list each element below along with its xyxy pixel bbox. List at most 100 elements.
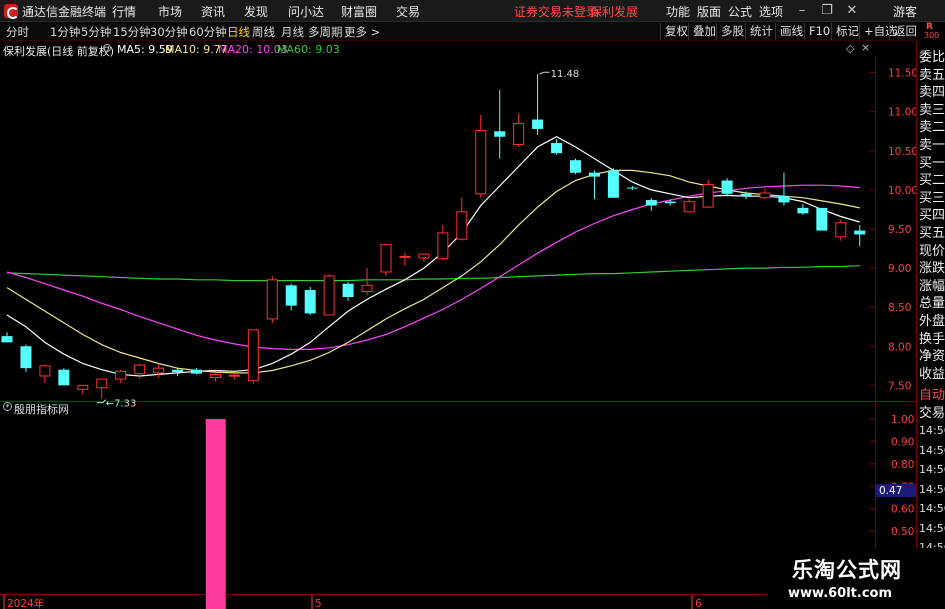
stock-name-title: 保利发展 <box>590 5 639 19</box>
menu-item-trade[interactable]: 交易 <box>396 3 420 20</box>
quote-label: 卖五 <box>918 63 945 82</box>
high-marker <box>539 71 550 75</box>
tab-multi-period[interactable]: 多周期 <box>308 24 343 40</box>
trade-login-status[interactable]: 证券交易未登录 <box>514 3 598 20</box>
candle-body-down <box>494 131 506 137</box>
panel-badge: R 300 <box>916 22 945 41</box>
tab-1min[interactable]: 1分钟 <box>50 24 80 40</box>
multi-stock-button[interactable]: 多股 <box>716 23 748 40</box>
tab-monthly[interactable]: 月线 <box>281 24 304 40</box>
price-tick-label: 8.50 <box>888 302 911 314</box>
quote-label: 涨幅 <box>918 274 945 293</box>
tab-more[interactable]: 更多 > <box>344 24 380 40</box>
candle-body-up <box>835 222 847 238</box>
candle-body-down <box>1 336 13 343</box>
watermark: 乐淘公式网 www.60lt.com <box>766 548 945 609</box>
quote-label: 买三 <box>918 186 945 205</box>
candle-body-down <box>570 160 581 173</box>
candle-body-down <box>740 193 752 197</box>
candle-body-up <box>39 365 51 377</box>
menu-item-quotes[interactable]: 市场 <box>158 3 182 20</box>
candle-body-up <box>437 232 449 260</box>
quote-label: 涨跌 <box>918 257 945 276</box>
cursor-value-label: 0.47 <box>879 485 902 497</box>
user-label[interactable]: 游客 <box>893 3 917 20</box>
diamond-icon[interactable]: ◇ <box>846 42 854 55</box>
menu-item-news[interactable]: 资讯 <box>201 3 225 20</box>
price-tick-label: 11.50 <box>888 68 916 80</box>
watermark-title: 乐淘公式网 <box>792 558 902 582</box>
price-tick-label: 9.00 <box>888 263 911 275</box>
candle-body-down <box>285 285 297 306</box>
candle-body-up <box>475 129 487 195</box>
tab-60min[interactable]: 60分钟 <box>189 24 227 40</box>
indicator-tick-label: 0.80 <box>891 459 914 471</box>
quote-label: 换手 <box>918 327 945 346</box>
candle-body-down <box>342 283 354 298</box>
ma10-line <box>6 169 860 374</box>
menu-item-wealth[interactable]: 财富圈 <box>341 3 377 20</box>
candle-body-up <box>209 373 221 379</box>
candle-body-down <box>191 369 202 374</box>
title-bar: 通达信金融终端 行情 市场 资讯 发现 问小达 财富圈 交易 证券交易未登录 保… <box>0 0 945 22</box>
candle-body-up <box>456 211 468 240</box>
quote-side-panel: 委比 卖五 卖四 卖三 卖二 卖一 买一 买二 买三 买四 买五 现价 涨跌 涨幅 总量 外盘 换手 净资 收益 自动… <box>916 41 945 609</box>
price-tick-label: 8.00 <box>888 341 911 353</box>
candle-body-up <box>361 284 373 293</box>
tab-intraday[interactable]: 分时 <box>6 24 29 40</box>
price-tick-label: 11.00 <box>888 107 916 119</box>
candle-body-up <box>266 279 278 320</box>
draw-line-button[interactable]: 画线 <box>775 23 807 40</box>
price-tick-label: 10.00 <box>888 185 916 197</box>
indicator-name[interactable]: 殷朋指标网 <box>14 401 69 417</box>
menu-item-formula[interactable]: 公式 <box>728 3 752 20</box>
menu-item-options[interactable]: 选项 <box>759 3 783 20</box>
menu-item-discover[interactable]: 发现 <box>244 3 268 20</box>
trade-time: 14:56 <box>919 463 945 476</box>
menu-item-market[interactable]: 行情 <box>112 3 136 20</box>
statistics-button[interactable]: 统计 <box>745 23 777 40</box>
tab-5min[interactable]: 5分钟 <box>81 24 111 40</box>
tab-15min[interactable]: 15分钟 <box>113 24 151 40</box>
candle-body-up <box>96 378 108 389</box>
candle-body-up <box>115 370 127 380</box>
candle-body-down <box>20 346 32 369</box>
candle-body-down <box>664 201 676 204</box>
quote-label: 卖四 <box>918 81 945 100</box>
candle-body-down <box>778 196 790 203</box>
settings-dot-icon[interactable] <box>103 44 111 52</box>
trade-label: 自动 <box>918 384 945 402</box>
candle-body-down <box>854 230 866 235</box>
menu-item-function[interactable]: 功能 <box>666 3 690 20</box>
quote-label: 买四 <box>918 204 945 223</box>
close-icon[interactable]: ✕ <box>843 2 861 20</box>
tab-daily[interactable]: 日线 <box>227 24 250 40</box>
price-tick-label: 9.50 <box>888 224 911 236</box>
menu-item-layout[interactable]: 版面 <box>697 3 721 20</box>
indicator-toggle-icon[interactable]: ▾ <box>3 402 12 411</box>
minimize-icon[interactable]: – <box>793 2 811 20</box>
indicator-tick-label: 0.90 <box>891 436 914 448</box>
tab-30min[interactable]: 30分钟 <box>150 24 188 40</box>
candle-body-down <box>816 207 828 231</box>
f10-button[interactable]: F10 <box>804 23 834 40</box>
low-label: ←7.33 <box>106 399 137 410</box>
close-overlay-icon[interactable]: × <box>861 41 870 54</box>
candle-body-up <box>683 201 695 213</box>
tab-weekly[interactable]: 周线 <box>252 24 275 40</box>
quote-label: 买二 <box>918 169 945 188</box>
watermark-url: www.60lt.com <box>788 586 893 601</box>
chart-stock-label: 保利发展(日线 前复权) <box>3 45 115 58</box>
quote-label: 买五 <box>918 222 945 240</box>
price-tick-label: 10.50 <box>888 146 916 158</box>
candle-body-up <box>247 329 259 382</box>
ma20-line <box>6 184 860 350</box>
candle-body-down <box>607 170 619 198</box>
restore-icon[interactable]: ❐ <box>818 2 836 20</box>
candle-body-down <box>588 172 600 177</box>
menu-item-ask[interactable]: 问小达 <box>288 3 324 20</box>
stock-chart[interactable]: 11.50 11.00 10.50 10.00 9.50 9.00 8.50 8.00 7.50… <box>0 41 916 609</box>
trade-time: 14:56 <box>919 482 945 496</box>
ma60-line <box>6 265 860 282</box>
candle-body-down <box>626 187 638 189</box>
